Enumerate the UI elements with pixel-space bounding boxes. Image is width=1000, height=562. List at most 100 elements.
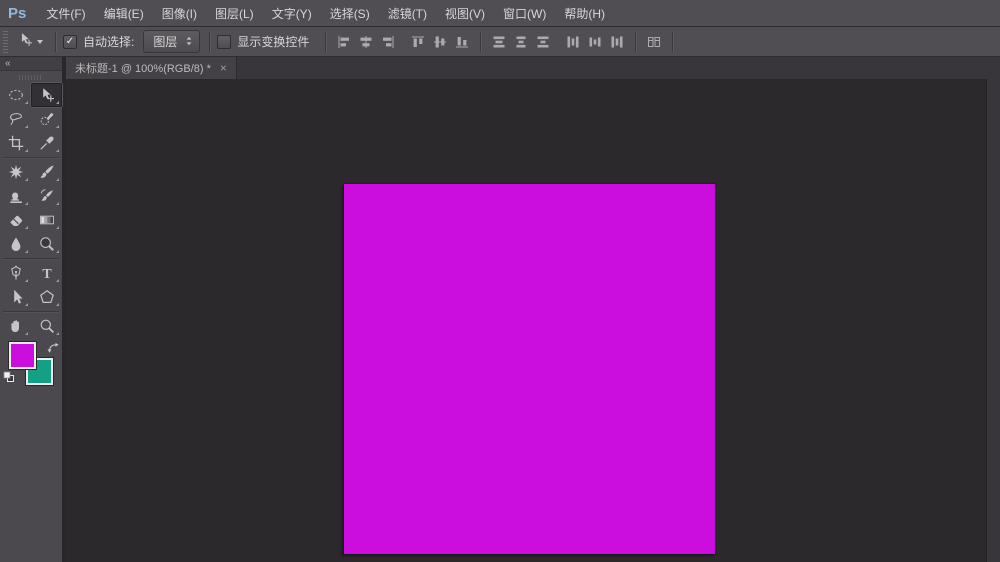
document-tab-title: 未标题-1 @ 100%(RGB/8) * [75,60,211,76]
default-colors-button[interactable] [3,370,15,388]
menu-item-window[interactable]: 窗口(W) [494,5,555,22]
menu-item-image[interactable]: 图像(I) [153,5,206,22]
distribute-left-edges-icon [566,35,580,49]
eyedropper-tool [39,135,55,151]
type-tool: T [39,265,55,281]
menu-item-file[interactable]: 文件(F) [37,5,94,22]
clone-stamp-tool[interactable] [0,184,31,208]
svg-text:T: T [42,267,52,281]
auto-align-layers-icon [647,35,661,49]
distribute-right-edges-icon [610,35,624,49]
vertical-scrollbar[interactable] [986,79,1000,562]
menu-item-view[interactable]: 视图(V) [436,5,494,22]
menu-item-edit[interactable]: 编辑(E) [95,5,153,22]
show-transform-checkbox[interactable] [217,35,231,49]
divider [209,32,210,52]
hand-tool[interactable] [0,314,31,338]
elliptical-marquee-tool[interactable] [0,83,31,107]
move-tool [39,87,55,103]
dodge-tool[interactable] [31,232,62,256]
move-tool [18,32,33,47]
distribute-horizontal-centers-button[interactable] [584,31,606,53]
history-brush-tool [39,188,55,204]
menu-item-select[interactable]: 选择(S) [321,5,379,22]
photoshop-window: { "app": { "logo": "Ps" }, "menu_bar": {… [0,0,1000,561]
quick-selection-tool[interactable] [31,107,62,131]
distribute-top-edges-button[interactable] [488,31,510,53]
spot-healing-brush-tool[interactable] [0,160,31,184]
tool-group-divider [3,157,59,158]
distribute-vertical-centers-button[interactable] [510,31,532,53]
distribute-bottom-edges-button[interactable] [532,31,554,53]
brush-tool[interactable] [31,160,62,184]
screen-mode-icon [37,397,53,413]
swap-colors-button[interactable] [47,341,59,359]
options-bar: ✓ 自动选择: 图层 显示变换控件 [0,27,1000,57]
swap-colors-icon [47,342,59,354]
menu-item-filter[interactable]: 滤镜(T) [379,5,436,22]
align-right-edges-button[interactable] [377,31,399,53]
menu-item-type[interactable]: 文字(Y) [263,5,321,22]
quick-mask-mode-button[interactable] [5,395,29,415]
pen-tool[interactable] [0,261,31,285]
auto-select-target-dropdown[interactable]: 图层 [143,30,200,53]
screen-mode-button[interactable] [33,395,57,415]
divider [55,32,56,52]
close-icon[interactable]: × [220,62,227,74]
align-horizontal-centers-button[interactable] [355,31,377,53]
left-dock: « T [0,57,66,562]
type-tool[interactable]: T [31,261,62,285]
distribute-right-edges-button[interactable] [606,31,628,53]
distribute-top-edges-icon [492,35,506,49]
color-swatch-group [0,341,62,389]
gradient-tool[interactable] [31,208,62,232]
align-bottom-edges-button[interactable] [451,31,473,53]
zoom-tool [39,318,55,334]
collapse-panel-button[interactable]: « [0,57,62,71]
pen-tool [8,265,24,281]
document-area: 未标题-1 @ 100%(RGB/8) * × [66,57,1000,562]
canvas-viewport[interactable] [66,80,1000,562]
path-selection-tool[interactable] [0,285,31,309]
document-tab-bar: 未标题-1 @ 100%(RGB/8) * × [66,57,1000,80]
eraser-tool [8,212,24,228]
history-brush-tool[interactable] [31,184,62,208]
shape-tool[interactable] [31,285,62,309]
distribute-left-edges-button[interactable] [562,31,584,53]
align-vertical-centers-button[interactable] [429,31,451,53]
align-left-edges-icon [337,35,351,49]
align-horizontal-centers-icon [359,35,373,49]
distribute-horizontal-centers-icon [588,35,602,49]
align-top-edges-icon [411,35,425,49]
auto-select-label: 自动选择: [83,33,134,50]
lasso-tool[interactable] [0,107,31,131]
divider [325,32,326,52]
auto-select-checkbox[interactable]: ✓ [63,35,77,49]
panel-grip[interactable] [0,71,62,83]
menu-item-layer[interactable]: 图层(L) [206,5,263,22]
blur-tool[interactable] [0,232,31,256]
foreground-color-swatch[interactable] [9,342,36,369]
distribute-bottom-edges-icon [536,35,550,49]
chevron-down-icon [37,40,43,44]
align-left-edges-button[interactable] [333,31,355,53]
tool-preset-picker[interactable] [13,32,48,52]
spinner-icon [184,36,194,46]
crop-tool[interactable] [0,131,31,155]
eraser-tool[interactable] [0,208,31,232]
document-tab[interactable]: 未标题-1 @ 100%(RGB/8) * × [66,57,237,79]
canvas-artboard[interactable] [344,184,715,554]
menu-item-help[interactable]: 帮助(H) [555,5,614,22]
options-bar-grip[interactable] [3,31,8,53]
zoom-tool[interactable] [31,314,62,338]
menu-bar: Ps 文件(F)编辑(E)图像(I)图层(L)文字(Y)选择(S)滤镜(T)视图… [0,0,1000,27]
brush-tool [39,164,55,180]
quick-selection-tool [39,111,55,127]
eyedropper-tool[interactable] [31,131,62,155]
tool-group-divider [3,258,59,259]
move-tool[interactable] [31,83,62,107]
shape-tool [39,289,55,305]
auto-align-layers-button[interactable] [643,31,665,53]
align-top-edges-button[interactable] [407,31,429,53]
divider [480,32,481,52]
